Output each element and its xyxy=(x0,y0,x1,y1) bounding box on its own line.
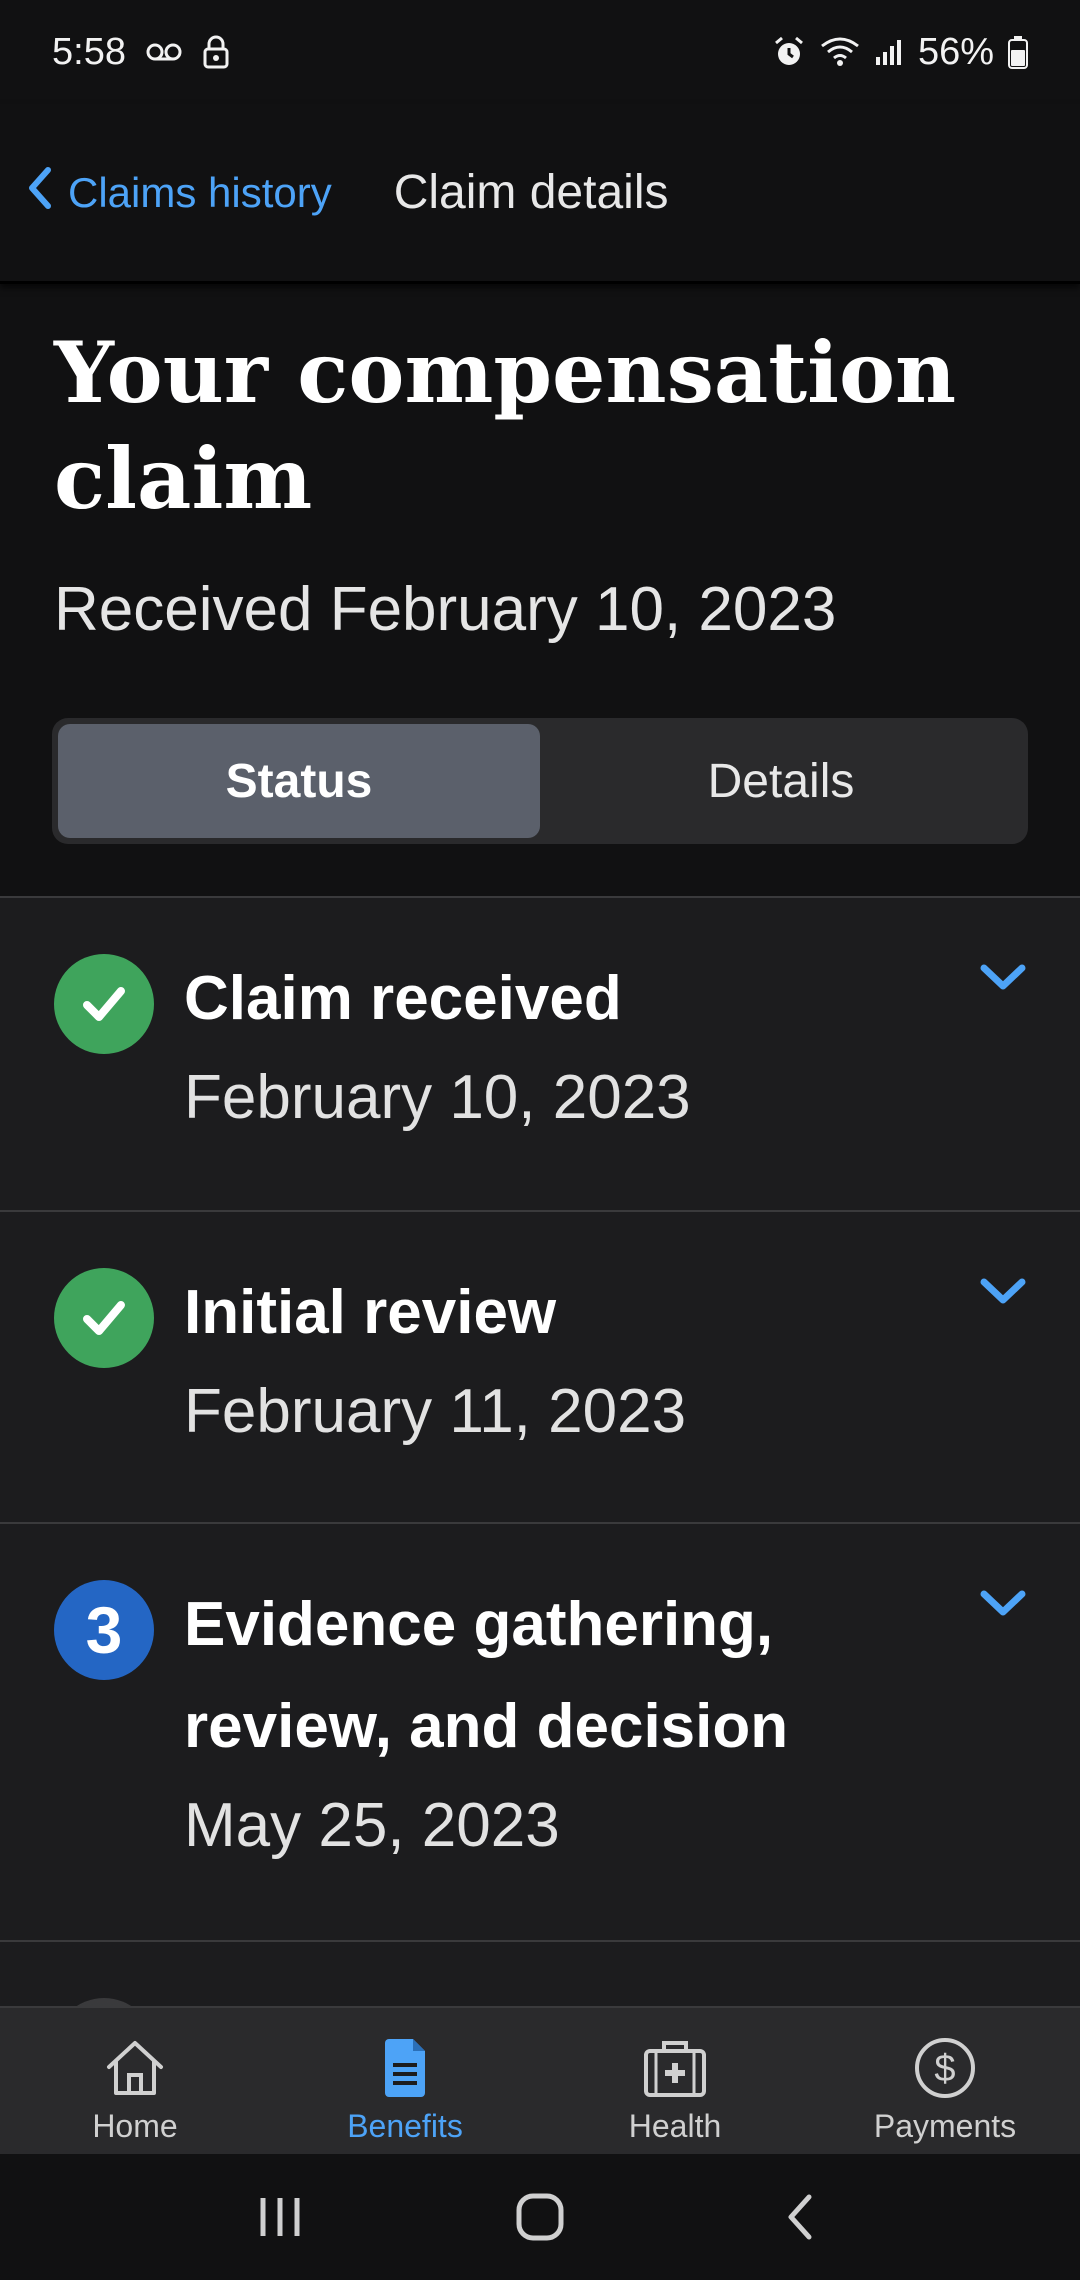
lock-icon xyxy=(202,35,230,69)
step-title: Claim received xyxy=(184,964,622,1033)
page-title: Your compensation claim xyxy=(54,323,957,528)
title-area: Your compensation claim Received Februar… xyxy=(54,320,1034,645)
tab-label: Health xyxy=(628,2108,722,2144)
voicemail-icon xyxy=(146,41,182,63)
step-title: Evidence gathering, review, and decision xyxy=(184,1590,789,1761)
check-icon xyxy=(54,1268,154,1368)
tab-status[interactable]: Status xyxy=(58,724,540,838)
battery-icon xyxy=(1008,35,1028,69)
nav-title: Claim details xyxy=(393,166,669,219)
timeline-step[interactable]: 3 Evidence gathering, review, and decisi… xyxy=(0,1522,1080,1940)
segmented-control: Status Details xyxy=(52,718,1028,844)
dollar-circle-icon: $ xyxy=(913,2034,977,2102)
tab-label: Home xyxy=(92,2108,178,2144)
received-date: Received February 10, 2023 xyxy=(54,575,837,644)
chevron-left-icon xyxy=(26,166,54,220)
step-date: February 10, 2023 xyxy=(184,1063,691,1132)
back-button[interactable]: Claims history xyxy=(26,166,332,220)
bottom-tab-bar: Home Benefits Health $ Payments xyxy=(0,2006,1080,2154)
home-button[interactable] xyxy=(500,2177,580,2257)
tab-label: Benefits xyxy=(347,2108,463,2144)
tab-benefits[interactable]: Benefits xyxy=(270,2008,540,2154)
wifi-icon xyxy=(820,36,860,68)
back-nav-button[interactable] xyxy=(760,2177,840,2257)
screen: 5:58 56% Claims history Claim details Yo… xyxy=(0,0,1080,2280)
signal-icon xyxy=(874,37,904,67)
alarm-icon xyxy=(772,35,806,69)
chevron-down-icon[interactable] xyxy=(978,958,1028,998)
check-icon xyxy=(54,954,154,1054)
step-title: Initial review xyxy=(184,1278,557,1347)
chevron-down-icon[interactable] xyxy=(978,1272,1028,1312)
tab-home[interactable]: Home xyxy=(0,2008,270,2154)
timeline-step[interactable]: Initial review February 11, 2023 xyxy=(0,1210,1080,1522)
recent-apps-button[interactable] xyxy=(240,2177,320,2257)
status-left: 5:58 xyxy=(52,31,230,74)
battery-percent: 56% xyxy=(917,30,994,73)
tab-label: Payments xyxy=(873,2108,1017,2144)
document-icon xyxy=(381,2034,429,2102)
status-bar: 5:58 56% xyxy=(0,0,1080,104)
chevron-down-icon[interactable] xyxy=(978,1584,1028,1624)
system-nav-bar xyxy=(0,2154,1080,2280)
status-right: 56% xyxy=(772,31,1028,74)
back-label: Claims history xyxy=(68,168,332,216)
timeline-step[interactable]: Claim received February 10, 2023 xyxy=(0,896,1080,1210)
medical-kit-icon xyxy=(642,2034,708,2102)
home-icon xyxy=(103,2034,167,2102)
claim-timeline: Claim received February 10, 2023 Initial… xyxy=(0,896,1080,1940)
svg-text:$: $ xyxy=(934,2048,955,2090)
tab-payments[interactable]: $ Payments xyxy=(810,2008,1080,2154)
tab-details[interactable]: Details xyxy=(540,724,1022,838)
nav-header: Claims history Claim details xyxy=(0,104,1080,284)
step-date: February 11, 2023 xyxy=(184,1377,687,1446)
step-number-badge: 3 xyxy=(54,1580,154,1680)
step-date: May 25, 2023 xyxy=(184,1791,560,1860)
tab-health[interactable]: Health xyxy=(540,2008,810,2154)
clock: 5:58 xyxy=(52,30,126,73)
timeline-step-next xyxy=(0,1940,1080,2098)
